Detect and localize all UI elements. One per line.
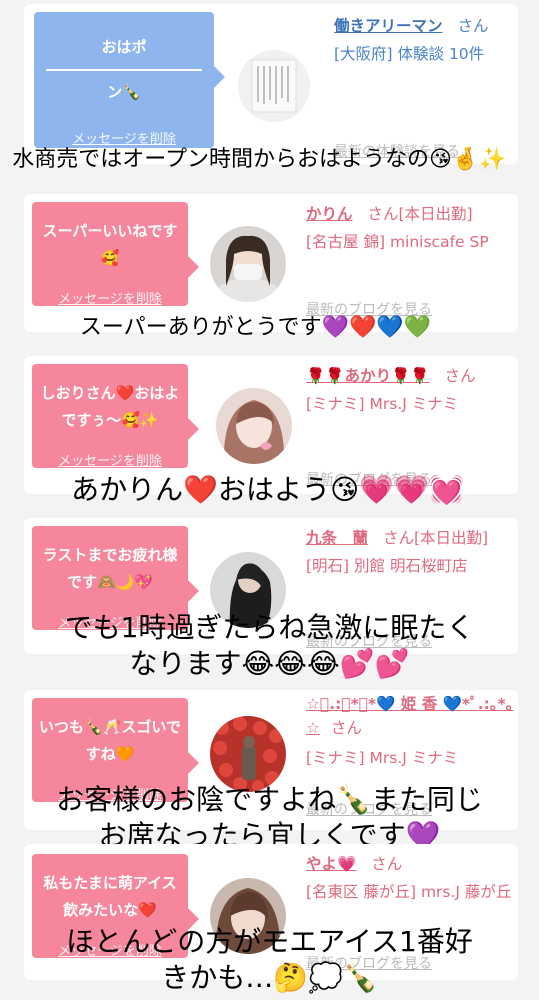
profile-area: [名東区 藤が丘] mrs.J 藤が丘 [306, 883, 512, 901]
caption-line: でも1時過ぎたらね急激に眠たく [64, 611, 475, 644]
profile-area: [ミナミ] Mrs.J ミナミ [306, 395, 459, 413]
caption: スーパーありがとうです💜❤️💙💚 [79, 315, 432, 340]
profile-suffix: さん [371, 855, 403, 873]
profile-info: 🌹🌹あかり🌹🌹 さん [ミナミ] Mrs.J ミナミ 最新のブログを見る [306, 364, 512, 488]
message-bubble: おはポ ン🍾 メッセージを削除 [34, 12, 225, 148]
profile-name[interactable]: やよ💗 [306, 855, 356, 873]
caption-line: お客様のお陰ですよね🍾また同じ [56, 783, 483, 816]
message-text: 私もたまに萌アイス飲みたいな❤️ [43, 874, 177, 919]
avatar[interactable] [210, 716, 286, 792]
profile-area: [名古屋 錦] miniscafe SP [306, 233, 489, 251]
message-bubble: スーパーいいねです🥰 メッセージを削除 [32, 202, 199, 307]
profile-suffix: さん[本日出勤] [382, 529, 489, 547]
message-text: しおりさん❤️おはよですぅ〜🥰✨ [40, 384, 180, 429]
caption-line: なります😂😂😂💕💕 [129, 647, 410, 680]
caption: でも1時過ぎたらね急激に眠たく なります😂😂😂💕💕 [0, 610, 539, 682]
profile-info: ☆ﾟ.:｡*｡*💙 姫 香 💙*ﾟ.:｡*｡☆ さん [ミナミ] Mrs.J ミ… [306, 692, 518, 818]
profile-info: かりん さん[本日出勤] [名古屋 錦] miniscafe SP 最新のブログ… [306, 202, 512, 318]
profile-name[interactable]: かりん [306, 205, 353, 223]
caption: 水商売ではオープン時間からおはようなの😘🤞✨ [12, 147, 507, 172]
caption: あかりん❤️おはよう😘💗💗💓 [71, 473, 464, 506]
profile-info: 働きアリーマン さん [大阪府] 体験談 10件 最新の体験談を見る [334, 14, 510, 160]
profile-info: やよ💗 さん [名東区 藤が丘] mrs.J 藤が丘 最新のブログを見る [306, 852, 512, 972]
profile-name[interactable]: 🌹🌹あかり🌹🌹 [306, 367, 430, 385]
profile-suffix: さん [330, 719, 362, 737]
message-card: おはポ ン🍾 メッセージを削除 働きアリーマン さん [大阪府] 体験談 10件… [24, 4, 518, 164]
caption-line: ほとんどの方がモエアイス1番好 [66, 925, 473, 958]
profile-area: [大阪府] 体験談 10件 [334, 45, 485, 63]
avatar[interactable] [238, 50, 310, 122]
message-text: いつも🍾🥂スゴいですね🧡 [39, 718, 181, 763]
message-text: ラストまでお疲れ様です🙈🌙💖 [42, 546, 178, 591]
avatar[interactable] [210, 226, 286, 302]
profile-name[interactable]: 九条 蘭 [306, 529, 368, 547]
message-bubble: しおりさん❤️おはよですぅ〜🥰✨ メッセージを削除 [32, 364, 199, 469]
message-text: スーパーいいねです🥰 [42, 222, 178, 267]
caption: ほとんどの方がモエアイス1番好 きかも…🤔💭🍾 [0, 924, 539, 996]
profile-info: 九条 蘭 さん[本日出勤] [明石] 別館 明石桜町店 最新のブログを見る [306, 526, 512, 650]
caption-line: きかも…🤔💭🍾 [161, 961, 378, 994]
message-text: おはポ ン🍾 [34, 12, 214, 106]
profile-suffix: さん[本日出勤] [367, 205, 473, 223]
avatar[interactable] [216, 388, 292, 464]
profile-area: [ミナミ] Mrs.J ミナミ [306, 749, 459, 767]
profile-area: [明石] 別館 明石桜町店 [306, 557, 468, 575]
delete-message-link[interactable]: メッセージを削除 [32, 450, 188, 469]
profile-suffix: さん [444, 367, 476, 385]
profile-name[interactable]: 働きアリーマン [334, 17, 443, 35]
delete-message-link[interactable]: メッセージを削除 [32, 288, 188, 307]
profile-suffix: さん [457, 17, 489, 35]
